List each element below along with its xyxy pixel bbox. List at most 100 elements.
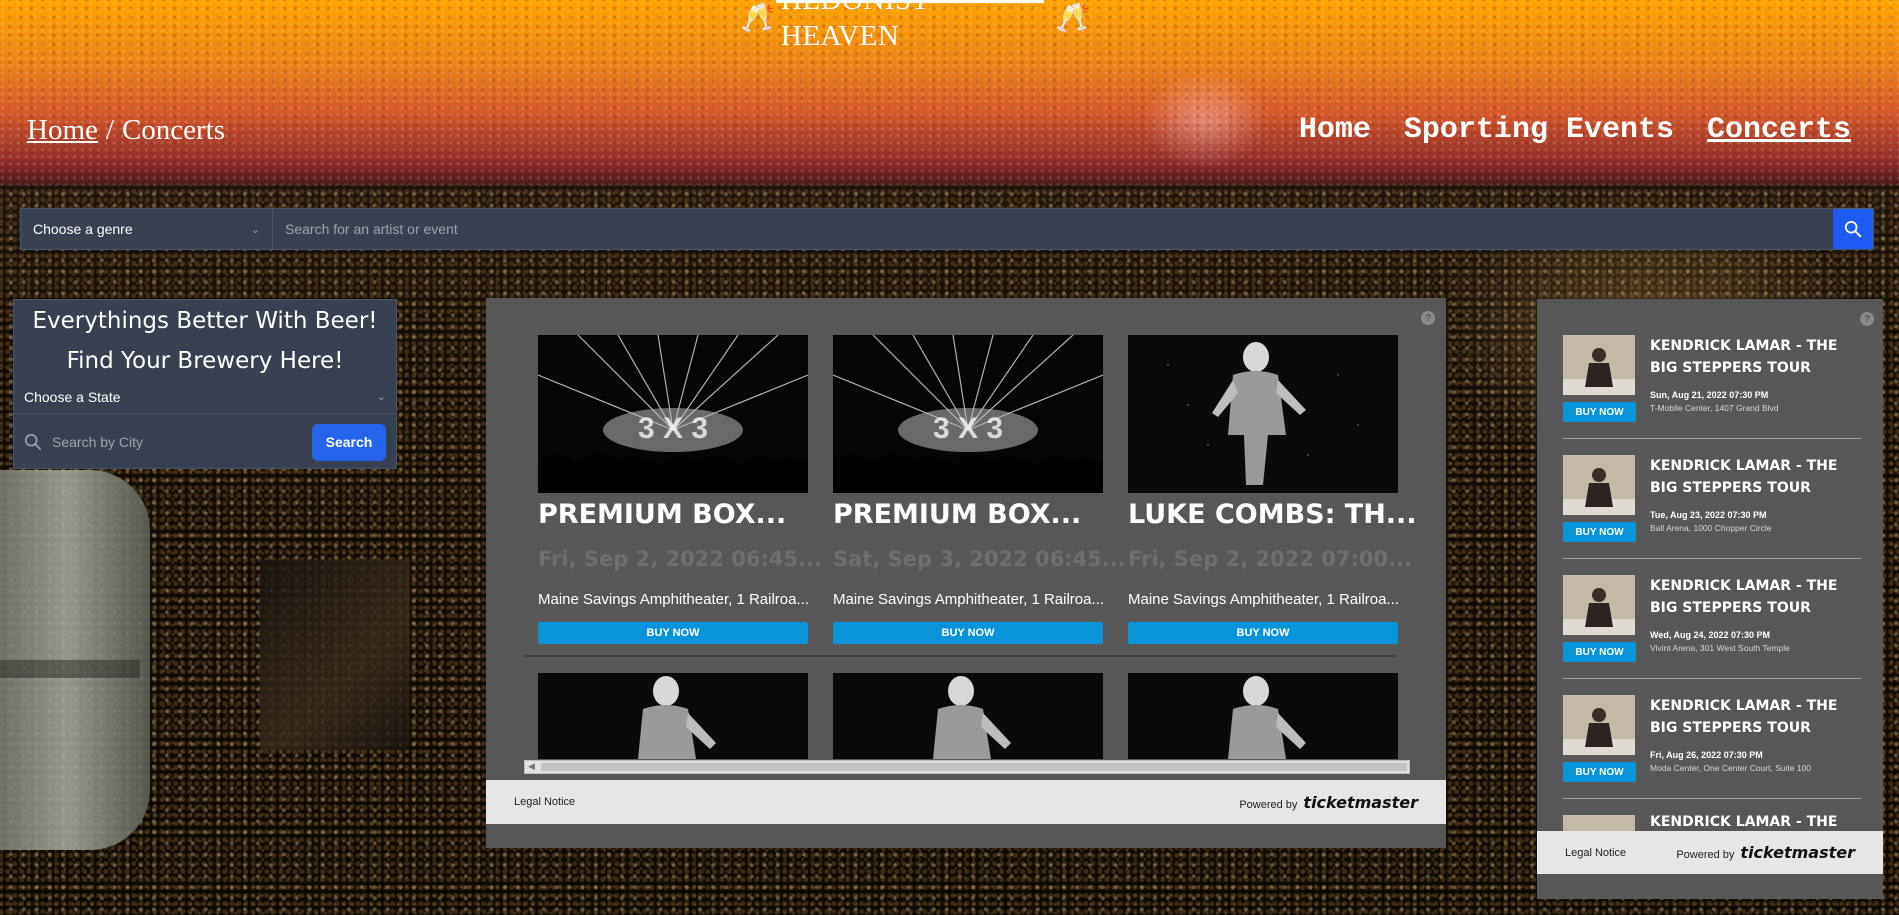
nav-concerts[interactable]: Concerts — [1707, 113, 1851, 147]
champagne-toast-icon: 🥂 — [740, 1, 775, 34]
list-divider — [1563, 558, 1861, 559]
legal-notice-link[interactable]: Legal Notice — [1565, 847, 1626, 859]
event-thumbnail — [1563, 455, 1635, 515]
event-card[interactable]: 3 X 3 PREMIUM BOX... Sat, Sep 3, 2022 06… — [833, 335, 1126, 644]
event-venue: T-Mobile Center, 1407 Grand Blvd — [1650, 403, 1779, 413]
buy-now-button[interactable]: BUY NOW — [1128, 622, 1398, 644]
search-button[interactable] — [1833, 209, 1873, 249]
scroll-left-icon[interactable]: ◀ — [528, 761, 535, 772]
search-icon — [24, 433, 42, 451]
ticketmaster-grid-widget: ? 3 X 3 PREMIUM BOX... Fri, Sep 2, 2022 … — [486, 298, 1446, 848]
powered-by: Powered by ticketmaster — [1676, 843, 1855, 862]
event-date: Sun, Aug 21, 2022 07:30 PM — [1650, 390, 1769, 400]
event-card[interactable]: 3 X 3 PREMIUM BOX... Fri, Sep 2, 2022 06… — [538, 335, 822, 644]
event-thumbnail — [1563, 815, 1635, 831]
site-logo[interactable]: 🥂 HEDONIST HEAVEN 🥂 — [740, 0, 1090, 52]
event-image — [538, 673, 808, 759]
buy-now-button[interactable]: BUY NOW — [538, 622, 808, 644]
genre-select[interactable]: Choose a genre ⌄ — [21, 209, 273, 249]
event-venue: Maine Savings Amphitheater, 1 Railroa... — [1128, 591, 1399, 608]
site-header: 🥂 HEDONIST HEAVEN 🥂 Home / Concerts Home… — [0, 0, 1899, 185]
powered-by-label: Powered by — [1239, 798, 1298, 811]
event-search-bar: Choose a genre ⌄ Search for an artist or… — [20, 208, 1874, 250]
ticketmaster-logo[interactable]: ticketmaster — [1303, 793, 1418, 812]
artist-search-input[interactable]: Search for an artist or event — [273, 209, 1833, 249]
event-venue: Ball Arena, 1000 Chopper Circle — [1650, 523, 1772, 533]
city-search-row: Search by City Search — [14, 416, 396, 468]
event-image — [1128, 673, 1398, 759]
list-item[interactable]: BUY NOW KENDRICK LAMAR - THE BIG STEPPER… — [1563, 575, 1863, 695]
row-divider — [524, 655, 1396, 657]
event-venue: Maine Savings Amphitheater, 1 Railroa... — [538, 591, 809, 608]
event-date: Tue, Aug 23, 2022 07:30 PM — [1650, 510, 1767, 520]
powered-by: Powered by ticketmaster — [1239, 793, 1418, 812]
event-title: KENDRICK LAMAR - THE BIG STEPPERS TOUR — [1650, 338, 1838, 376]
event-date: Wed, Aug 24, 2022 07:30 PM — [1650, 630, 1771, 640]
buy-now-button[interactable]: BUY NOW — [1563, 642, 1636, 662]
background-tent — [0, 470, 150, 850]
search-icon — [1844, 220, 1862, 238]
breadcrumb: Home / Concerts — [27, 114, 225, 147]
event-image — [833, 673, 1103, 759]
event-date: Sat, Sep 3, 2022 06:45... — [833, 547, 1126, 571]
event-title: PREMIUM BOX... — [538, 499, 787, 530]
event-venue: Moda Center, One Center Court, Suite 100 — [1650, 763, 1812, 773]
list-divider — [1563, 438, 1861, 439]
help-icon[interactable]: ? — [1860, 312, 1874, 326]
help-icon[interactable]: ? — [1421, 311, 1435, 325]
event-thumbnail — [1563, 575, 1635, 635]
event-title: KENDRICK LAMAR - THE BIG STEPPERS TOUR — [1650, 578, 1838, 616]
breadcrumb-current: Concerts — [121, 114, 226, 146]
list-item[interactable]: BUY NOW KENDRICK LAMAR - THE BIG STEPPER… — [1563, 335, 1863, 455]
breadcrumb-home-link[interactable]: Home — [27, 114, 98, 147]
buy-now-button[interactable]: BUY NOW — [1563, 522, 1636, 542]
event-card[interactable] — [538, 673, 808, 759]
ticketmaster-logo[interactable]: ticketmaster — [1740, 843, 1855, 862]
event-date: Fri, Sep 2, 2022 07:00... — [1128, 547, 1412, 571]
genre-select-value: Choose a genre — [33, 221, 133, 237]
state-select[interactable]: Choose a State ⌄ — [14, 380, 396, 414]
event-thumbnail — [1563, 695, 1635, 755]
brewery-search-button[interactable]: Search — [312, 423, 386, 461]
list-item[interactable]: BUY NOW KENDRICK LAMAR - THE BIG STEPPER… — [1563, 695, 1863, 815]
nav-home[interactable]: Home — [1299, 113, 1371, 147]
chevron-down-icon: ⌄ — [376, 390, 386, 403]
horizontal-scrollbar[interactable]: ◀ — [524, 760, 1410, 774]
svg-text:3 X 3: 3 X 3 — [638, 412, 708, 445]
event-title: KENDRICK LAMAR - THE BIG STEPPERS TOUR — [1650, 698, 1838, 736]
list-divider — [1563, 798, 1861, 799]
powered-by-label: Powered by — [1676, 849, 1735, 861]
nav-sporting-events[interactable]: Sporting Events — [1404, 113, 1674, 147]
breadcrumb-separator: / — [105, 114, 114, 146]
brewery-heading-line2: Find Your Brewery Here! — [66, 348, 344, 374]
event-date: Fri, Sep 2, 2022 06:45... — [538, 547, 822, 571]
list-divider — [1563, 678, 1861, 679]
event-image: 3 X 3 — [833, 335, 1103, 493]
chevron-down-icon: ⌄ — [250, 222, 260, 236]
event-title: KENDRICK LAMAR - THE BIG STEPPERS TOUR — [1650, 458, 1838, 496]
legal-notice-link[interactable]: Legal Notice — [514, 796, 575, 808]
buy-now-button[interactable]: BUY NOW — [833, 622, 1103, 644]
widget-footer: Legal Notice Powered by ticketmaster — [1537, 831, 1883, 874]
buy-now-button[interactable]: BUY NOW — [1563, 762, 1636, 782]
list-item[interactable]: BUY NOW KENDRICK LAMAR - THE BIG STEPPER… — [1563, 455, 1863, 575]
event-date: Fri, Aug 26, 2022 07:30 PM — [1650, 750, 1763, 760]
event-title: PREMIUM BOX... — [833, 499, 1082, 530]
svg-text:3 X 3: 3 X 3 — [933, 412, 1003, 445]
scrollbar-thumb[interactable] — [541, 763, 1407, 771]
state-select-value: Choose a State — [24, 388, 121, 405]
widget-footer: Legal Notice Powered by ticketmaster — [486, 780, 1446, 824]
event-card[interactable] — [833, 673, 1103, 759]
champagne-toast-icon: 🥂 — [1055, 1, 1090, 34]
list-item[interactable]: KENDRICK LAMAR - THE BIG — [1563, 815, 1863, 831]
event-card[interactable] — [1128, 673, 1398, 759]
city-search-input[interactable]: Search by City — [52, 434, 302, 450]
brewery-finder-panel: Everythings Better With Beer! Find Your … — [13, 299, 397, 469]
event-card[interactable]: LUKE COMBS: TH... Fri, Sep 2, 2022 07:00… — [1128, 335, 1417, 644]
brewery-heading-line1: Everythings Better With Beer! — [32, 308, 378, 334]
buy-now-button[interactable]: BUY NOW — [1563, 402, 1636, 422]
ticketmaster-list-widget: ? BUY NOW KENDRICK LAMAR - THE BIG STEPP… — [1537, 299, 1883, 899]
event-title: LUKE COMBS: TH... — [1128, 499, 1417, 530]
event-image: 3 X 3 — [538, 335, 808, 493]
event-title: KENDRICK LAMAR - THE BIG — [1650, 815, 1838, 830]
